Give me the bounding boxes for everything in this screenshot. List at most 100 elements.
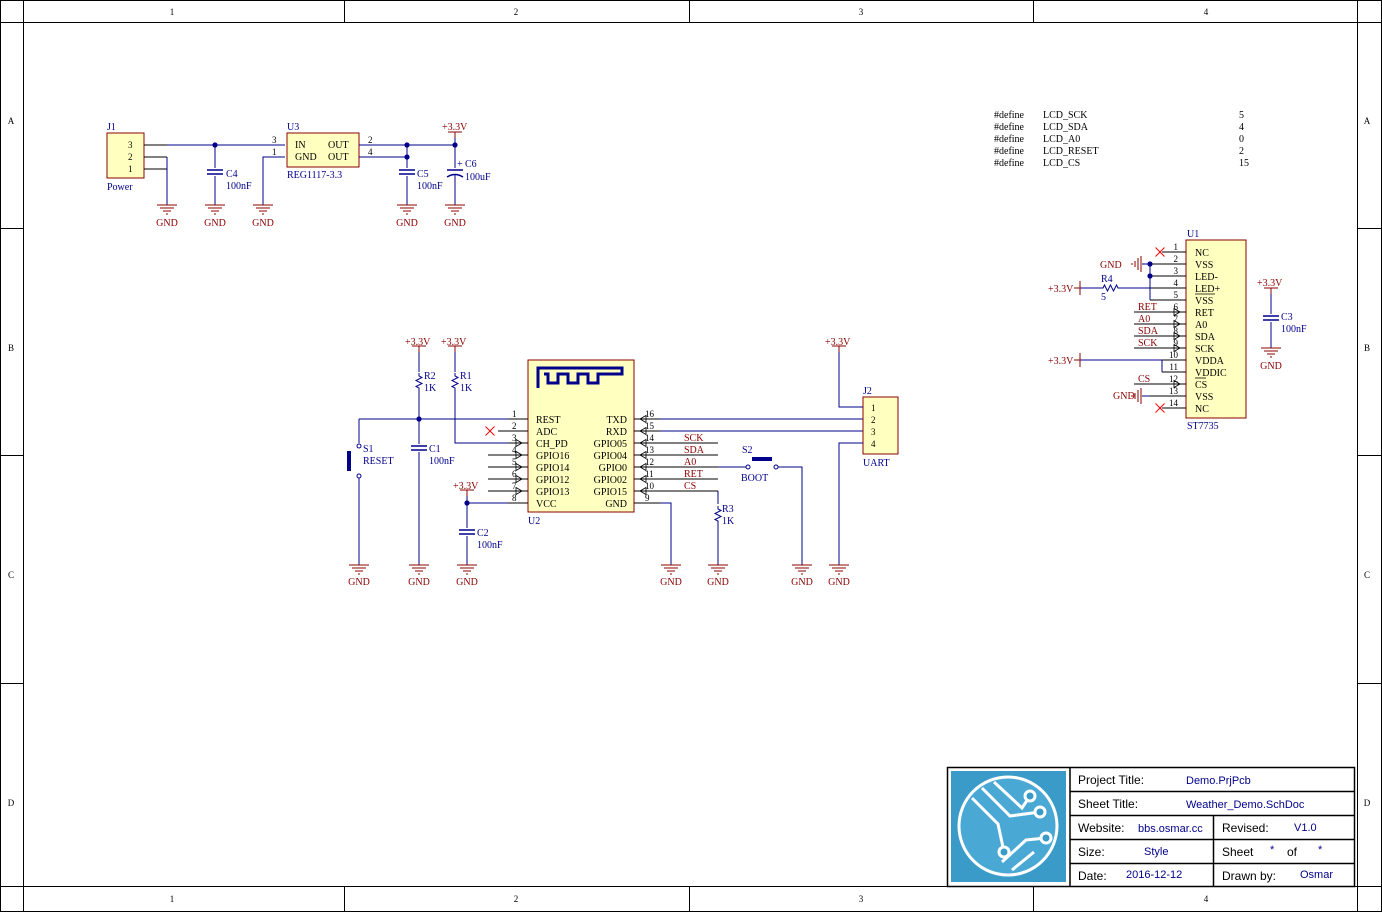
j2-pin-2: 2 (871, 415, 876, 425)
j1-pin-3: 3 (128, 140, 133, 150)
size-value: Style (1144, 846, 1168, 858)
c6-val: 100uF (465, 172, 491, 183)
r2-val: 1K (424, 383, 437, 394)
u2-pin-gpio0: GPIO0 (599, 463, 627, 474)
row-label-right-d: D (1364, 798, 1371, 808)
u2-pin-gnd: GND (605, 499, 627, 510)
define-val-1: 4 (1239, 122, 1244, 133)
define-name-2: LCD_A0 (1043, 134, 1080, 145)
j1-body (106, 132, 145, 179)
u1-pin-12: CS (1195, 380, 1207, 391)
u2-num-1: 1 (512, 409, 517, 419)
row-label-left-a: A (8, 116, 15, 126)
gnd-label-lcd-bottom: GND (1113, 391, 1135, 402)
u2-pin-gpio04: GPIO04 (594, 451, 627, 462)
u2-pin-gpio12: GPIO12 (536, 475, 569, 486)
lcd-net-cs: CS (1138, 374, 1150, 385)
r1-val: 1K (460, 383, 473, 394)
u2-ref: U2 (528, 516, 540, 527)
row-label-left-d: D (8, 798, 15, 808)
col-label-top-2: 2 (514, 7, 519, 17)
vcc-label-vdda: +3.3V (1048, 356, 1074, 367)
j1-pin-1: 1 (128, 164, 133, 174)
r4-ref: R4 (1101, 274, 1113, 285)
vcc-label-c6: +3.3V (442, 122, 468, 133)
row-label-right-c: C (1364, 570, 1370, 580)
u2-num-13: 13 (645, 445, 655, 455)
gnd-label-u3: GND (252, 218, 274, 229)
gnd-label-uart: GND (828, 577, 850, 588)
u2-pin-adc: ADC (536, 427, 557, 438)
sheet-total-value: * (1318, 844, 1323, 856)
c3-val: 100nF (1281, 324, 1307, 335)
r4-val: 5 (1101, 292, 1106, 303)
u2-num-2: 2 (512, 421, 517, 431)
u1-pin-7: A0 (1195, 320, 1207, 331)
s2-ref: S2 (742, 445, 753, 456)
u1-ref: U1 (1187, 229, 1199, 240)
gnd-label-s2: GND (791, 577, 813, 588)
u1-pin-13: VSS (1195, 392, 1213, 403)
esp-section: U2 REST ADC CH_PD GPIO16 GPIO14 GPIO12 G… (347, 337, 899, 588)
j2-pin-1: 1 (871, 403, 876, 413)
net-label-ret: RET (684, 469, 703, 480)
u1-pin-3: LED- (1195, 272, 1218, 283)
website-label: Website: (1078, 821, 1124, 835)
size-label: Size: (1078, 845, 1105, 859)
u2-pin-gpio15: GPIO15 (594, 487, 627, 498)
c6-ref: C6 (465, 159, 477, 170)
row-label-left-b: B (8, 343, 14, 353)
lcd-net-sck: SCK (1138, 338, 1158, 349)
u2-num-16: 16 (645, 409, 655, 419)
u1-pin-1: NC (1195, 248, 1209, 259)
of-label: of (1287, 845, 1298, 859)
row-label-left-c: C (8, 570, 14, 580)
u1-num-3: 3 (1174, 266, 1179, 276)
u3-pin-in: IN (295, 140, 306, 151)
c4-ref: C4 (226, 169, 238, 180)
project-title-value: Demo.PrjPcb (1186, 775, 1251, 787)
r2-ref: R2 (424, 371, 436, 382)
gnd-label-c4: GND (204, 218, 226, 229)
r3-val: 1K (722, 516, 735, 527)
define-val-3: 2 (1239, 146, 1244, 157)
u1-num-5: 5 (1174, 290, 1179, 300)
c5-val: 100nF (417, 181, 443, 192)
sheet-title-label: Sheet Title: (1078, 797, 1138, 811)
project-title-label: Project Title: (1078, 773, 1144, 787)
u3-ref: U3 (287, 122, 299, 133)
u2-pin-gpio02: GPIO02 (594, 475, 627, 486)
u1-num-2: 2 (1174, 254, 1179, 264)
u2-pin-rxd: RXD (606, 427, 627, 438)
j1-pin-2: 2 (128, 152, 133, 162)
j1-name: Power (107, 182, 133, 193)
drawn-by-value: Osmar (1300, 869, 1333, 881)
define-val-4: 15 (1239, 158, 1249, 169)
define-kw-0: #define (994, 110, 1025, 121)
j1-ref: J1 (107, 122, 116, 133)
define-name-4: LCD_CS (1043, 158, 1080, 169)
j2-pin-3: 3 (871, 427, 876, 437)
vcc-label-c2: +3.3V (453, 481, 479, 492)
u2-num-15: 15 (645, 421, 655, 431)
define-kw-3: #define (994, 146, 1025, 157)
define-kw-4: #define (994, 158, 1025, 169)
gnd-label-r3: GND (707, 577, 729, 588)
u1-num-14: 14 (1169, 398, 1179, 408)
u2-pin-gpio13: GPIO13 (536, 487, 569, 498)
u1-num-1: 1 (1174, 242, 1179, 252)
c2-ref: C2 (477, 528, 489, 539)
date-value: 2016-12-12 (1126, 869, 1182, 881)
u2-pin-ch-pd: CH_PD (536, 439, 568, 450)
gnd-label-j1: GND (156, 218, 178, 229)
gnd-label-c3: GND (1260, 361, 1282, 372)
col-label-bottom-4: 4 (1204, 894, 1209, 904)
define-name-3: LCD_RESET (1043, 146, 1099, 157)
col-label-bottom-1: 1 (170, 894, 175, 904)
net-label-a0: A0 (684, 457, 696, 468)
define-kw-2: #define (994, 134, 1025, 145)
define-val-2: 0 (1239, 134, 1244, 145)
defines-note: #define LCD_SCK 5 #define LCD_SDA 4 #def… (986, 106, 1280, 178)
define-name-0: LCD_SCK (1043, 110, 1088, 121)
gnd-label-c1: GND (408, 577, 430, 588)
